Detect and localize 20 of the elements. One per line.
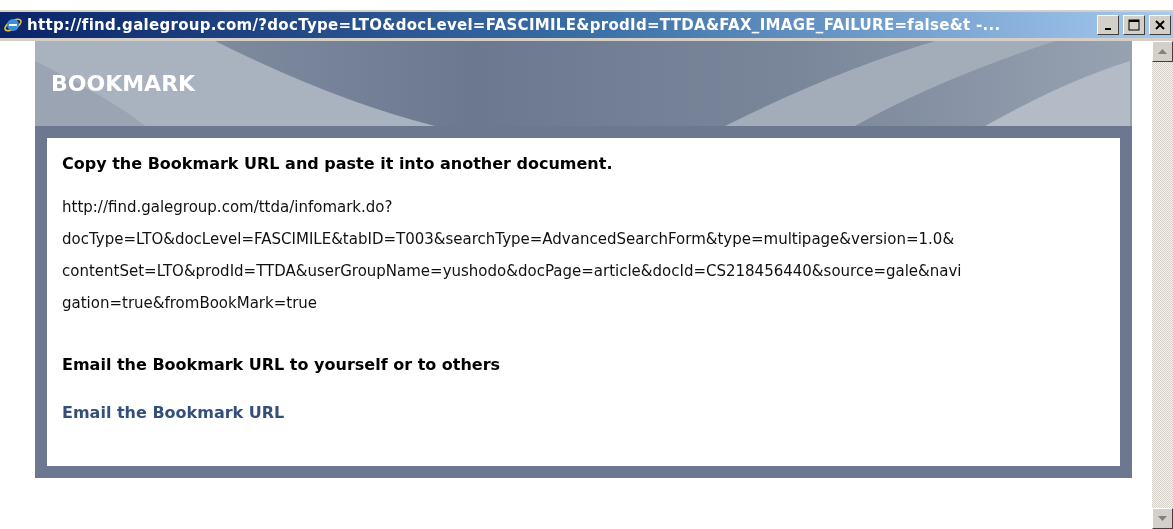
banner-title: BOOKMARK [51, 71, 196, 96]
url-text: gation=true&fromBookMark=true [62, 293, 319, 314]
scroll-down-button[interactable] [1152, 508, 1173, 529]
close-button[interactable] [1149, 15, 1171, 35]
scrollbar[interactable] [1152, 41, 1173, 529]
minimize-icon [1105, 28, 1111, 30]
url-text: contentSet=LTO&prodId=TTDA&userGroupName=yushodo&docPage=article&docId=CS218456440&source=gale&navi [62, 261, 963, 282]
maximize-icon [1128, 19, 1140, 31]
email-link[interactable]: Email the Bookmark URL [62, 403, 285, 422]
down-arrow-icon [1158, 516, 1167, 521]
section-heading: Email the Bookmark URL to yourself or to others [62, 355, 502, 374]
maximize-button[interactable] [1123, 15, 1145, 35]
url-text: docType=LTO&docLevel=FASCIMILE&tabID=T003&searchType=AdvancedSearchForm&type=multipage&version=1.0& [62, 229, 956, 250]
minimize-button[interactable] [1097, 15, 1119, 35]
close-icon [1154, 19, 1166, 31]
section-heading: Copy the Bookmark URL and paste it into another document. [62, 154, 614, 173]
scroll-up-button[interactable] [1152, 41, 1173, 62]
up-arrow-icon [1158, 49, 1167, 54]
url-text: http://find.galegroup.com/ttda/infomark.do? [62, 197, 394, 218]
window-title: http://find.galegroup.com/?docType=LTO&docLevel=FASCIMILE&prodId=TTDA&FAX_IMAGE_FAILURE=false&t -... [27, 16, 1002, 34]
